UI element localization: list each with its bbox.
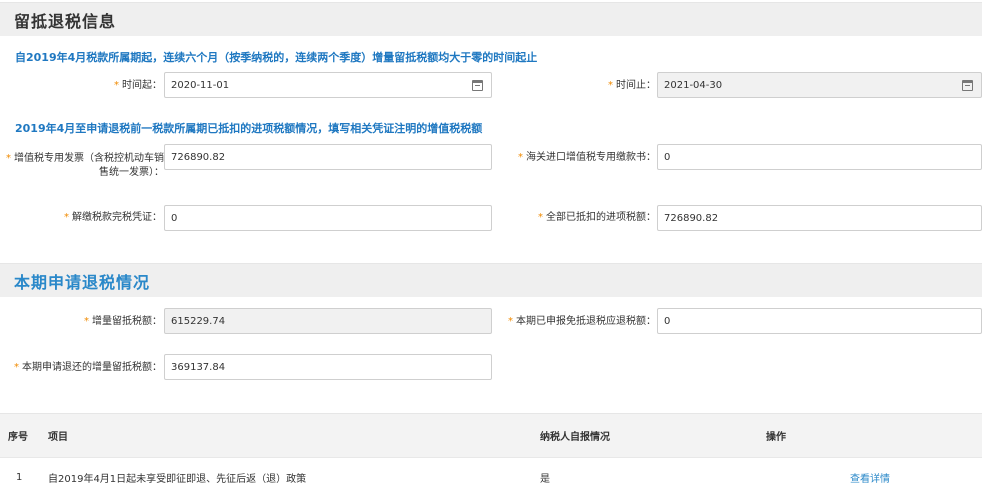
apply-label: * 本期申请退还的增量留抵税额： <box>14 362 162 373</box>
section-header-refund-info: 留抵退税信息 <box>0 2 982 36</box>
customs-label: * 海关进口增值税专用缴款书： <box>518 152 656 163</box>
col-header-action: 操作 <box>758 413 982 458</box>
calendar-icon[interactable] <box>472 80 483 91</box>
section-header-current-refund: 本期申请退税情况 <box>0 263 982 297</box>
end-date-label: * 时间止： <box>608 80 656 91</box>
start-date-input[interactable]: 2020-11-01 <box>164 72 492 98</box>
declared-input[interactable]: 0 <box>657 308 982 334</box>
col-header-no: 序号 <box>0 413 40 458</box>
notice-period: 自2019年4月税款所属期起，连续六个月（按季纳税的，连续两个季度）增量留抵税额… <box>15 51 538 64</box>
section-title: 本期申请退税情况 <box>14 272 151 292</box>
table-row: 1 自2019年4月1日起未享受即征即退、先征后返（退）政策 是 查看详情 <box>0 457 982 485</box>
declared-label: * 本期已申报免抵退税应退税额： <box>508 316 656 327</box>
apply-input[interactable]: 369137.84 <box>164 354 492 380</box>
policy-table: 序号 项目 纳税人自报情况 操作 1 自2019年4月1日起未享受即征即退、先征… <box>0 413 982 485</box>
row-item: 自2019年4月1日起未享受即征即退、先征后返（退）政策 <box>40 457 532 485</box>
increment-label: * 增量留抵税额： <box>84 316 162 327</box>
view-details-link[interactable]: 查看详情 <box>758 457 982 485</box>
row-status: 是 <box>532 457 758 485</box>
total-deducted-input[interactable]: 726890.82 <box>657 205 982 231</box>
vat-invoice-input[interactable]: 726890.82 <box>164 144 492 170</box>
row-no: 1 <box>0 457 40 485</box>
calendar-icon[interactable] <box>962 80 973 91</box>
col-header-status: 纳税人自报情况 <box>532 413 758 458</box>
col-header-item: 项目 <box>40 413 532 458</box>
table-header-row: 序号 项目 纳税人自报情况 操作 <box>0 413 982 458</box>
start-date-label: * 时间起： <box>114 80 162 91</box>
customs-input[interactable]: 0 <box>657 144 982 170</box>
notice-deducted: 2019年4月至申请退税前一税款所属期已抵扣的进项税额情况，填写相关凭证注明的增… <box>15 122 483 135</box>
end-date-input[interactable]: 2021-04-30 <box>657 72 982 98</box>
total-deducted-label: * 全部已抵扣的进项税额： <box>538 212 656 223</box>
tax-cert-input[interactable]: 0 <box>164 205 492 231</box>
tax-cert-label: * 解缴税款完税凭证： <box>64 212 162 223</box>
vat-invoice-label: * 增值税专用发票（含税控机动车销 售统一发票）： <box>6 153 164 178</box>
increment-input[interactable]: 615229.74 <box>164 308 492 334</box>
section-title: 留抵退税信息 <box>14 11 117 31</box>
